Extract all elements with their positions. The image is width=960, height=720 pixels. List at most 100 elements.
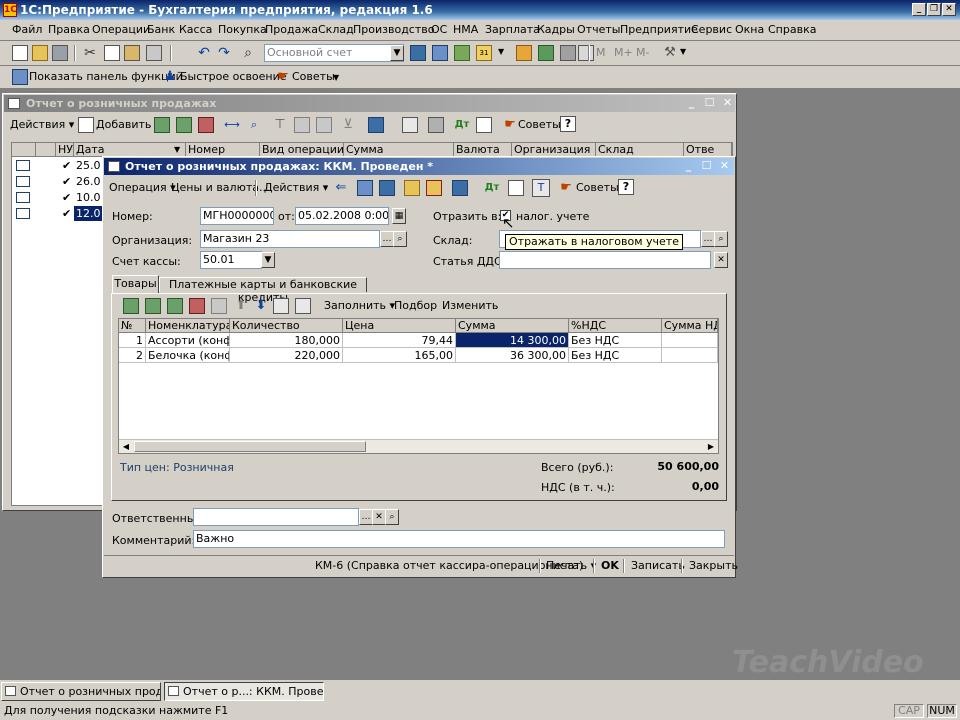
spreadsheet-icon[interactable] (538, 45, 554, 61)
doc-settings-icon[interactable]: T (532, 179, 550, 197)
menu-windows[interactable]: Окна (735, 20, 764, 40)
sort-icon[interactable] (316, 117, 332, 133)
cut-icon[interactable]: ✂ (82, 45, 98, 61)
doc-help-button[interactable]: ? (618, 179, 634, 195)
list-tips-button[interactable]: Советы (518, 118, 561, 131)
minimize-button[interactable]: _ (912, 3, 926, 16)
menu-enterprise[interactable]: Предприятие (620, 20, 698, 40)
print-menu[interactable]: Печать ▾ (546, 557, 596, 575)
filter-icon[interactable]: ⊤ (272, 117, 288, 133)
menu-sales[interactable]: Продажа (265, 20, 318, 40)
row-sum-selected[interactable]: 14 300,00 (456, 333, 569, 348)
find-in-list-icon[interactable]: ⌕ (246, 117, 262, 133)
list-col-date[interactable]: Дата ▼ (74, 143, 186, 157)
organization-open-button[interactable]: ⌕ (393, 231, 407, 247)
edit-row-icon[interactable] (176, 117, 192, 133)
delete-icon[interactable] (146, 45, 162, 61)
tips-dropdown-icon[interactable]: ▼ (333, 73, 339, 82)
taskbar-list-window[interactable]: Отчет о розничных продажах (1, 682, 161, 701)
responsible-field[interactable] (193, 508, 359, 526)
move-up-icon[interactable]: ⬆ (233, 298, 249, 314)
doc-unpost-icon[interactable] (426, 180, 442, 196)
filter-settings-icon[interactable] (294, 117, 310, 133)
list-col-sum[interactable]: Сумма (344, 143, 454, 157)
list-col-operation[interactable]: Вид операции (260, 143, 344, 157)
ok-button[interactable]: OK (601, 557, 619, 575)
sort-desc-icon[interactable] (295, 298, 311, 314)
col-quantity[interactable]: Количество (230, 319, 343, 333)
move-down-icon[interactable]: ⬇ (253, 298, 269, 314)
select-button[interactable]: Подбор (394, 299, 437, 312)
organization-field[interactable]: Магазин 23 (200, 230, 380, 248)
row-price[interactable]: 165,00 (343, 348, 456, 363)
row-quantity[interactable]: 220,000 (230, 348, 343, 363)
table-row[interactable]: 1 Ассорти (конф... 180,000 79,44 14 300,… (119, 333, 718, 348)
date-field[interactable]: 05.02.2008 0:00:00 (295, 207, 389, 225)
scroll-right-icon[interactable]: ▶ (705, 441, 717, 452)
responsible-open-button[interactable]: ⌕ (385, 509, 399, 525)
doc-based-on-icon[interactable] (452, 180, 468, 196)
row-sum[interactable]: 36 300,00 (456, 348, 569, 363)
warehouse-open-button[interactable]: ⌕ (714, 231, 728, 247)
menu-os[interactable]: ОС (431, 20, 447, 40)
menu-salary[interactable]: Зарплата (485, 20, 540, 40)
row-vat-rate[interactable]: Без НДС (569, 348, 662, 363)
menu-service[interactable]: Сервис (691, 20, 732, 40)
open-folder-icon[interactable] (32, 45, 48, 61)
doc-structure-icon[interactable] (508, 180, 524, 196)
cash-account-dropdown[interactable]: ▼ (261, 252, 275, 268)
doc-close-button[interactable]: ✕ (718, 160, 731, 172)
row-vat-sum[interactable] (662, 348, 718, 363)
tab-goods[interactable]: Товары (112, 275, 159, 293)
doc-refresh-icon[interactable] (357, 180, 373, 196)
copy-row-icon[interactable] (154, 117, 170, 133)
menu-reports[interactable]: Отчеты (577, 20, 620, 40)
row-item[interactable]: Белочка (конф... (146, 348, 230, 363)
back-arrow-icon[interactable]: ⇐ (333, 180, 349, 196)
tab-payment-cards[interactable]: Платежные карты и банковские кредиты (159, 277, 367, 304)
report-icon[interactable] (454, 45, 470, 61)
tools-dropdown-icon[interactable]: ▼ (680, 47, 696, 63)
fill-menu[interactable]: Заполнить ▾ (324, 299, 395, 312)
tips-button[interactable]: Советы (292, 70, 335, 83)
edit-row-icon[interactable] (167, 298, 183, 314)
col-vat-rate[interactable]: %НДС (569, 319, 662, 333)
close-button[interactable]: ✕ (942, 3, 956, 16)
price-type-link[interactable]: Тип цен: Розничная (120, 461, 234, 474)
sort-asc-icon[interactable] (273, 298, 289, 314)
list-col-organization[interactable]: Организация (512, 143, 596, 157)
doc-copy-icon[interactable] (404, 180, 420, 196)
undo-icon[interactable]: ↶ (196, 45, 212, 61)
account-combo[interactable]: Основной счет (264, 44, 404, 62)
cash-account-field[interactable]: 50.01 (200, 251, 262, 269)
calculator-icon[interactable] (516, 45, 532, 61)
menu-hr[interactable]: Кадры (537, 20, 575, 40)
col-number[interactable]: № (119, 319, 146, 333)
col-item[interactable]: Номенклатура (146, 319, 230, 333)
list-actions-menu[interactable]: Действия ▾ (10, 118, 74, 131)
maximize-button[interactable]: ❐ (927, 3, 941, 16)
row-item[interactable]: Ассорти (конф... (146, 333, 230, 348)
km6-button[interactable]: КМ-6 (Справка отчет кассира-операционист… (315, 557, 583, 575)
menu-nma[interactable]: НМА (453, 20, 478, 40)
menu-file[interactable]: Файл (12, 20, 42, 40)
memory-m-button[interactable]: M (596, 46, 606, 59)
structure-icon[interactable] (476, 117, 492, 133)
col-sum[interactable]: Сумма (456, 319, 569, 333)
find-icon[interactable] (410, 45, 426, 61)
show-functions-button[interactable]: Показать панель функций (29, 70, 183, 83)
post-icon[interactable] (368, 117, 384, 133)
responsible-clear-button[interactable]: ✕ (372, 509, 386, 525)
menu-edit[interactable]: Правка (48, 20, 90, 40)
copy-icon[interactable] (104, 45, 120, 61)
window-list-icon[interactable] (578, 45, 594, 61)
delete-row-icon[interactable] (189, 298, 205, 314)
col-vat-sum[interactable]: Сумма НДС (662, 319, 718, 333)
comment-field[interactable]: Важно (193, 530, 725, 548)
col-price[interactable]: Цена (343, 319, 456, 333)
text-document-icon[interactable] (560, 45, 576, 61)
save-icon[interactable] (52, 45, 68, 61)
goods-grid[interactable]: № Номенклатура Количество Цена Сумма %НД… (118, 318, 719, 454)
delete-row-icon[interactable] (198, 117, 214, 133)
list-col-warehouse[interactable]: Склад (596, 143, 684, 157)
